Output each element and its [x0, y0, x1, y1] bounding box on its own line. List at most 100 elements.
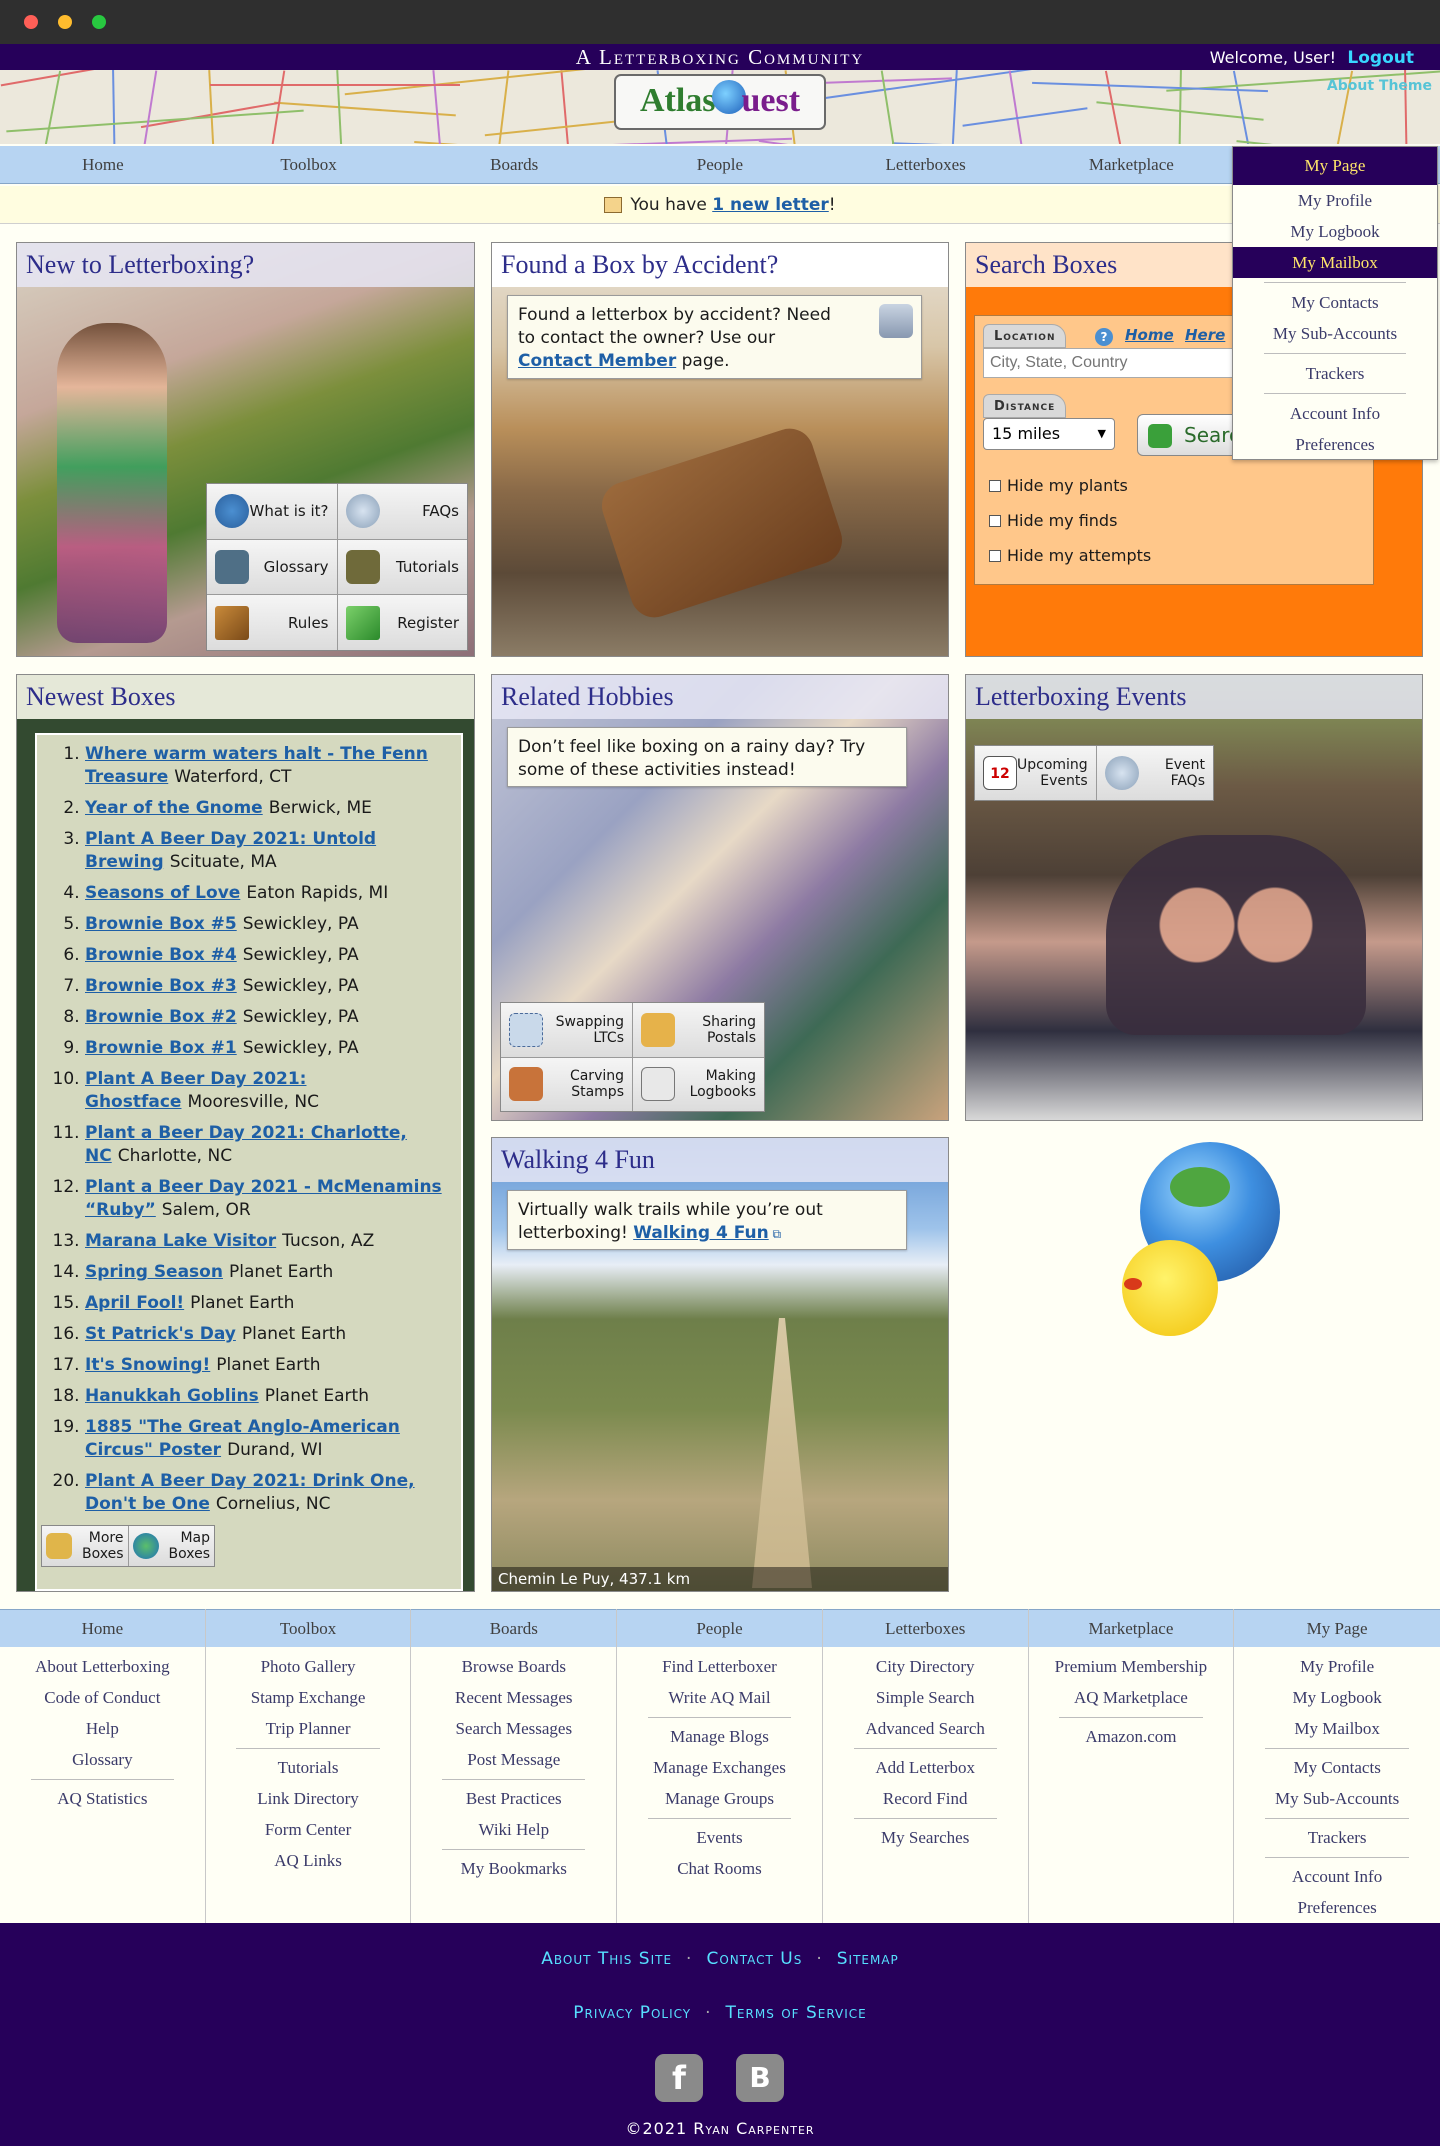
nav-letterboxes[interactable]: Letterboxes	[823, 146, 1029, 184]
footer-link[interactable]: Add Letterbox	[823, 1752, 1028, 1783]
footer-link[interactable]: My Bookmarks	[411, 1853, 616, 1884]
home-location-link[interactable]: Home	[1125, 326, 1174, 344]
footer-link[interactable]: Chat Rooms	[617, 1853, 822, 1884]
letterbox-link[interactable]: Plant a Beer Day 2021 - McMenamins “Ruby…	[85, 1177, 442, 1220]
walking-4-fun-link[interactable]: Walking 4 Fun	[633, 1223, 769, 1243]
nav-toolbox[interactable]: Toolbox	[206, 146, 412, 184]
letterbox-link[interactable]: Brownie Box #1	[85, 1038, 237, 1058]
privacy-policy-link[interactable]: Privacy Policy	[573, 2003, 691, 2023]
nav-boards[interactable]: Boards	[411, 146, 617, 184]
terms-of-service-link[interactable]: Terms of Service	[726, 2003, 867, 2023]
footer-link[interactable]: Manage Blogs	[617, 1721, 822, 1752]
letterbox-link[interactable]: St Patrick's Day	[85, 1324, 236, 1344]
checkbox-box[interactable]	[989, 515, 1001, 527]
letterbox-link[interactable]: Brownie Box #3	[85, 976, 237, 996]
menu-my-mailbox[interactable]: My Mailbox	[1233, 247, 1437, 278]
footer-link[interactable]: Photo Gallery	[206, 1651, 411, 1682]
footer-link[interactable]: Wiki Help	[411, 1814, 616, 1845]
tutorials-button[interactable]: Tutorials	[337, 539, 467, 595]
letterbox-link[interactable]: Brownie Box #5	[85, 914, 237, 934]
menu-my-logbook[interactable]: My Logbook	[1233, 216, 1437, 247]
letterbox-link[interactable]: Seasons of Love	[85, 883, 240, 903]
making-logbooks-button[interactable]: Making Logbooks	[633, 1057, 764, 1111]
hide-plants-checkbox[interactable]: Hide my plants	[989, 476, 1128, 495]
footer-link[interactable]: My Profile	[1234, 1651, 1440, 1682]
footer-link[interactable]: Account Info	[1234, 1861, 1440, 1892]
footer-heading[interactable]: Letterboxes	[822, 1609, 1028, 1647]
footer-link[interactable]: Manage Exchanges	[617, 1752, 822, 1783]
menu-account-info[interactable]: Account Info	[1233, 398, 1437, 429]
footer-link[interactable]: Preferences	[1234, 1892, 1440, 1923]
footer-link[interactable]: Advanced Search	[823, 1713, 1028, 1744]
footer-link[interactable]: Best Practices	[411, 1783, 616, 1814]
letterbox-link[interactable]: Hanukkah Goblins	[85, 1386, 259, 1406]
facebook-icon[interactable]: f	[655, 2054, 703, 2102]
location-input[interactable]	[983, 348, 1233, 378]
blogger-icon[interactable]: B	[736, 2054, 784, 2102]
hide-finds-checkbox[interactable]: Hide my finds	[989, 511, 1117, 530]
footer-link[interactable]: Form Center	[206, 1814, 411, 1845]
footer-link[interactable]: Manage Groups	[617, 1783, 822, 1814]
letterbox-link[interactable]: April Fool!	[85, 1293, 184, 1313]
footer-link[interactable]: Search Messages	[411, 1713, 616, 1744]
footer-link[interactable]: Premium Membership	[1029, 1651, 1234, 1682]
help-icon[interactable]: ?	[1095, 328, 1113, 346]
footer-link[interactable]: AQ Statistics	[0, 1783, 205, 1814]
atlasquest-logo[interactable]: Atlas uest	[614, 74, 826, 130]
footer-heading[interactable]: Boards	[411, 1609, 617, 1647]
letterbox-link[interactable]: It's Snowing!	[85, 1355, 210, 1375]
faqs-button[interactable]: FAQs	[337, 484, 467, 539]
rules-button[interactable]: Rules	[207, 595, 337, 650]
about-theme-link[interactable]: About Theme	[1327, 78, 1432, 94]
letterbox-link[interactable]: Year of the Gnome	[85, 798, 263, 818]
checkbox-box[interactable]	[989, 550, 1001, 562]
footer-link[interactable]: My Sub-Accounts	[1234, 1783, 1440, 1814]
footer-heading[interactable]: Home	[0, 1609, 205, 1647]
footer-link[interactable]: AQ Links	[206, 1845, 411, 1876]
register-button[interactable]: Register	[337, 595, 467, 650]
about-this-site-link[interactable]: About This Site	[541, 1949, 672, 1969]
what-is-it-button[interactable]: What is it?	[207, 484, 337, 539]
menu-my-sub-accounts[interactable]: My Sub-Accounts	[1233, 318, 1437, 349]
checkbox-box[interactable]	[989, 480, 1001, 492]
footer-link[interactable]: Code of Conduct	[0, 1682, 205, 1713]
footer-link[interactable]: Stamp Exchange	[206, 1682, 411, 1713]
sitemap-link[interactable]: Sitemap	[837, 1949, 899, 1969]
footer-heading[interactable]: People	[617, 1609, 822, 1647]
nav-people[interactable]: People	[617, 146, 823, 184]
footer-link[interactable]: Help	[0, 1713, 205, 1744]
my-page-menu-head[interactable]: My Page	[1233, 147, 1437, 185]
nav-marketplace[interactable]: Marketplace	[1029, 146, 1235, 184]
menu-my-profile[interactable]: My Profile	[1233, 185, 1437, 216]
letterbox-link[interactable]: Brownie Box #2	[85, 1007, 237, 1027]
footer-link[interactable]: My Logbook	[1234, 1682, 1440, 1713]
carving-stamps-button[interactable]: Carving Stamps	[501, 1057, 632, 1111]
hide-attempts-checkbox[interactable]: Hide my attempts	[989, 546, 1151, 565]
distance-select[interactable]: 15 miles ▼	[983, 418, 1115, 450]
event-faqs-button[interactable]: Event FAQs	[1096, 746, 1213, 800]
glossary-button[interactable]: Glossary	[207, 539, 337, 595]
footer-heading[interactable]: Marketplace	[1028, 1609, 1234, 1647]
menu-trackers[interactable]: Trackers	[1233, 358, 1437, 389]
swapping-ltcs-button[interactable]: Swapping LTCs	[501, 1003, 632, 1057]
maximize-window-button[interactable]	[92, 15, 106, 29]
letterbox-link[interactable]: Brownie Box #4	[85, 945, 237, 965]
footer-link[interactable]: City Directory	[823, 1651, 1028, 1682]
footer-link[interactable]: Write AQ Mail	[617, 1682, 822, 1713]
here-location-link[interactable]: Here	[1185, 326, 1225, 344]
nav-home[interactable]: Home	[0, 146, 206, 184]
letterbox-link[interactable]: Marana Lake Visitor	[85, 1231, 276, 1251]
footer-link[interactable]: About Letterboxing	[0, 1651, 205, 1682]
close-window-button[interactable]	[24, 15, 38, 29]
menu-my-contacts[interactable]: My Contacts	[1233, 287, 1437, 318]
footer-link[interactable]: Link Directory	[206, 1783, 411, 1814]
footer-link[interactable]: Browse Boards	[411, 1651, 616, 1682]
new-letter-link[interactable]: 1 new letter	[712, 195, 829, 215]
letterbox-link[interactable]: Spring Season	[85, 1262, 223, 1282]
footer-link[interactable]: Amazon.com	[1029, 1721, 1234, 1752]
footer-link[interactable]: Find Letterboxer	[617, 1651, 822, 1682]
footer-link[interactable]: Trackers	[1234, 1822, 1440, 1853]
footer-link[interactable]: Record Find	[823, 1783, 1028, 1814]
footer-link[interactable]: Simple Search	[823, 1682, 1028, 1713]
footer-link[interactable]: My Searches	[823, 1822, 1028, 1853]
